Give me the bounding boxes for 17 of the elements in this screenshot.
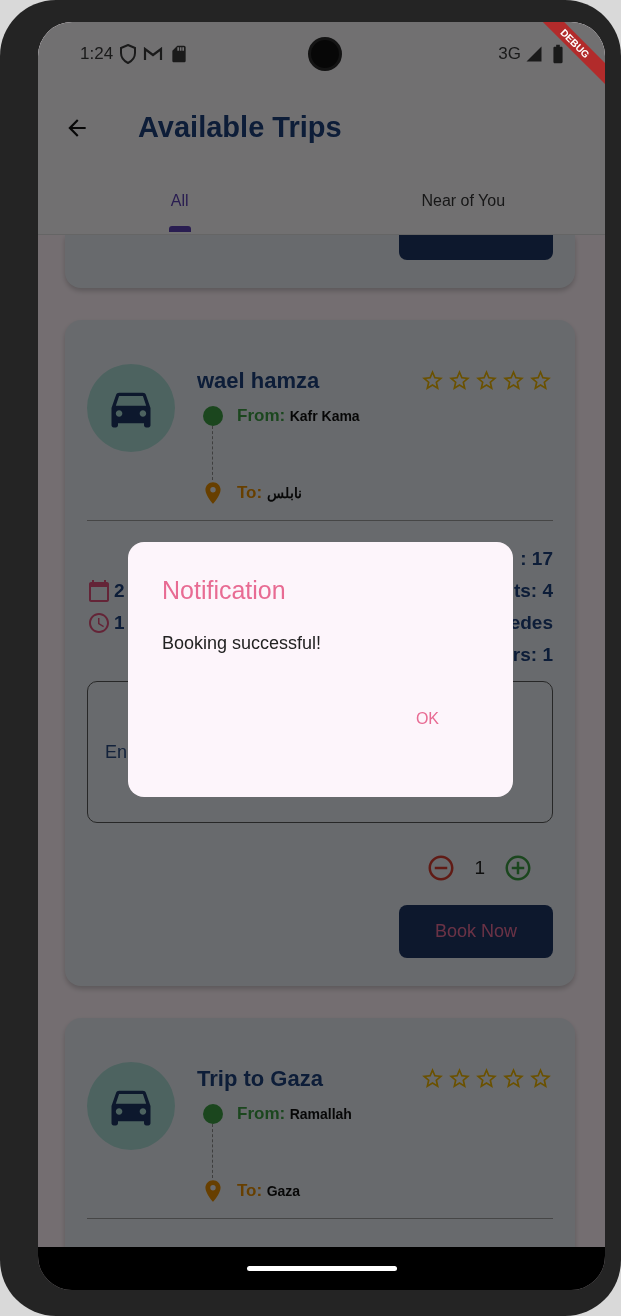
seat-count: 1: [474, 857, 485, 879]
dialog-message: Booking successful!: [162, 633, 323, 654]
page-title: Available Trips: [138, 111, 342, 144]
clock-text: 1:24: [80, 43, 114, 64]
time-text: 1: [114, 612, 125, 634]
origin-text: From: Ramallah: [237, 1104, 352, 1124]
origin-text: From: Kafr Kama: [237, 406, 360, 426]
detail-text: ts: 4: [513, 580, 553, 602]
date-text: 2: [114, 580, 125, 602]
detail-text: rs: 1: [512, 644, 553, 666]
placeholder-text: En: [105, 741, 128, 763]
destination-text: To: Gaza: [237, 1181, 301, 1201]
network-text: 3G: [498, 43, 521, 64]
detail-text: : 17: [520, 548, 553, 570]
trip-title: wael hamza: [197, 367, 321, 395]
trip-title: Trip to Gaza: [197, 1065, 324, 1093]
dialog-title: Notification: [162, 576, 287, 605]
